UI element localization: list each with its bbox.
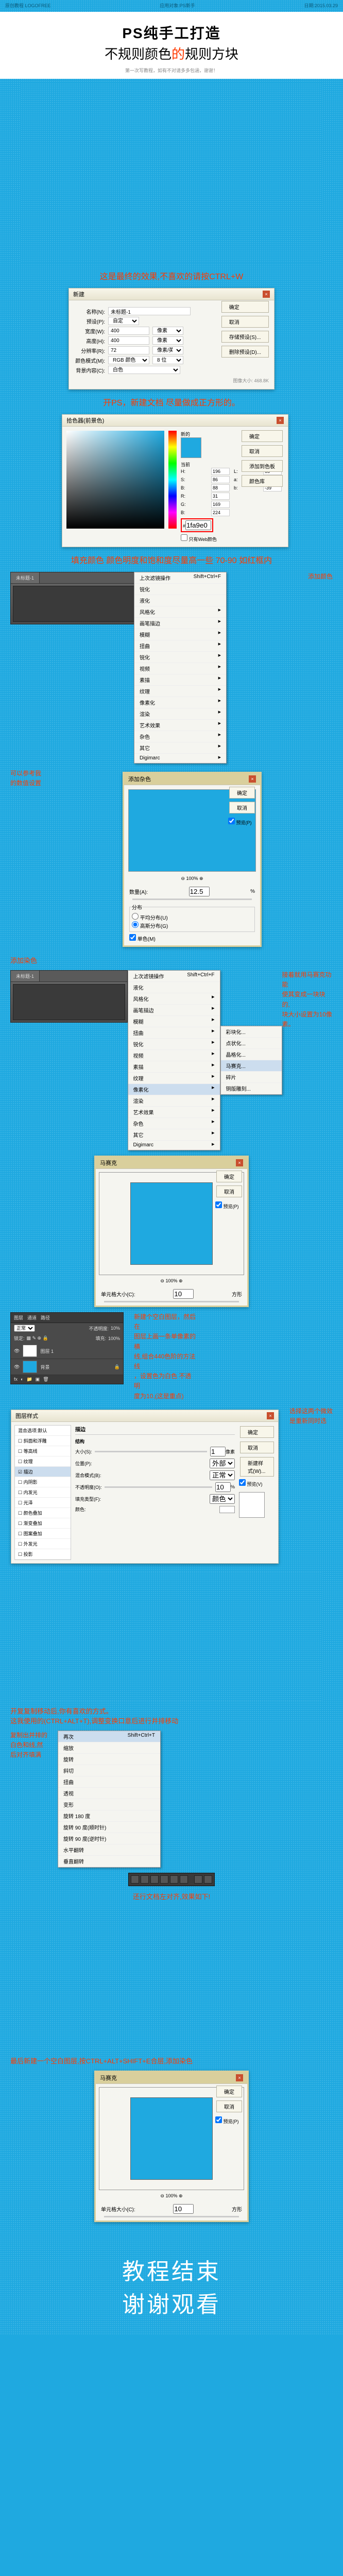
transform-menu: 再次Shift+Ctrl+T 缩放 旋转 斜切 扭曲 透视 变形 旋转 180 … xyxy=(58,1731,161,1868)
mosaic-dialog: 马赛克× ⊖ 100% ⊕ 单元格大小(C):方形 确定 取消 预览(P) xyxy=(94,1156,249,1307)
close-icon[interactable]: × xyxy=(236,2074,243,2081)
layer-style-dialog: 图层样式× 混合选项:默认 斜面和浮雕 等高线 纹理 描边 内阴影 内发光 光泽… xyxy=(11,1410,279,1564)
hex-input[interactable] xyxy=(185,520,211,530)
note-7: 新建个空白图层，然后在 图层上画一条单像素的横 线,组合440色阶的方法 线 ，… xyxy=(134,1312,196,1401)
align-toolbar xyxy=(128,1873,215,1886)
demo-area-3 xyxy=(21,1906,322,2050)
note-addcolor: 添加染色 xyxy=(0,955,343,965)
header-meta: 原创教程 LOGOFREE 应用对象:PS新手 日期:2015.03.29 xyxy=(0,0,343,11)
note-5: 可以参考我 的数值设置 xyxy=(10,769,41,788)
add-swatch-button[interactable]: 添加到色板 xyxy=(242,460,283,472)
note-9: 开复复制移动后,你有喜欢的方式。 这我使用的(CTRL+ALT+T),调整变换口… xyxy=(0,1706,343,1725)
trash-icon[interactable]: 🗑 xyxy=(43,1377,48,1382)
meta-type: 应用对象:PS新手 xyxy=(160,2,195,9)
note-12: 最后新建一个空白图层,按CTRL+ALT+SHIFT+E合层,添加染色 xyxy=(0,2056,343,2065)
eye-icon[interactable]: 👁 xyxy=(14,1364,20,1370)
close-icon[interactable]: × xyxy=(236,1159,243,1166)
mosaic-dialog-2: 马赛克× ⊖ 100% ⊕ 单元格大小(C):方形 确定 取消 预览(P) xyxy=(94,2071,249,2222)
note-3: 填充颜色 颜色明度和饱和度尽量高一些 70-90 如红框内 xyxy=(0,553,343,566)
ok-button[interactable]: 确定 xyxy=(221,301,269,313)
amount-input[interactable] xyxy=(189,887,210,896)
note-11: 还行文档左对齐,效果如下! xyxy=(0,1891,343,1901)
hex-highlight: # xyxy=(181,518,213,532)
new-layer-icon[interactable]: ▣ xyxy=(36,1377,40,1382)
close-icon[interactable]: × xyxy=(267,1412,274,1419)
amount-slider[interactable] xyxy=(132,899,252,900)
align-middle-icon[interactable] xyxy=(170,1875,178,1884)
ok-button[interactable]: 确定 xyxy=(216,1171,242,1182)
color-swatch xyxy=(181,437,201,458)
align-top-icon[interactable] xyxy=(160,1875,168,1884)
menu-strip: 未标题-1 xyxy=(10,572,155,624)
style-list: 混合选项:默认 斜面和浮雕 等高线 纹理 描边 内阴影 内发光 光泽 颜色叠加 … xyxy=(14,1425,71,1560)
fx-icon[interactable]: fx xyxy=(14,1377,18,1382)
new-document-dialog: 新建× 名称(N): 预设(P):自定 宽度(W):像素 高度(H):像素 分辨… xyxy=(68,288,275,389)
pixelate-submenu: 彩块化... 点状化... 晶格化... 马赛克... 碎片 铜版雕刻... xyxy=(220,1026,282,1095)
note-6: 接着就用马赛克功能 使其变成一块块的, 块大小设置为10像素。 xyxy=(282,970,333,1029)
width-input[interactable] xyxy=(108,327,149,335)
delete-preset-button[interactable]: 删除预设(D)... xyxy=(221,346,269,358)
ok-button[interactable]: 确定 xyxy=(216,2086,242,2097)
mask-icon[interactable]: ◐ xyxy=(21,1377,23,1382)
cancel-button[interactable]: 取消 xyxy=(216,1185,242,1197)
layer-row[interactable]: 👁背景🔒 xyxy=(11,1359,123,1375)
mosaic-preview xyxy=(130,1182,213,1265)
folder-icon[interactable]: 📁 xyxy=(26,1377,32,1382)
filter-dropdown-2: 上次滤镜操作Shift+Ctrl+F 液化 风格化 画笔描边 模糊 扭曲 锐化 … xyxy=(128,970,220,1150)
layer-row[interactable]: 👁图层 1 xyxy=(11,1343,123,1359)
filter-dropdown: 上次滤镜操作Shift+Ctrl+F 锐化 液化 风格化 画笔描边 模糊 扭曲 … xyxy=(134,572,227,764)
align-left-icon[interactable] xyxy=(131,1875,139,1884)
title-line2: 不规则颜色的规则方块 xyxy=(5,44,338,63)
ok-button[interactable]: 确定 xyxy=(229,787,255,799)
ok-button[interactable]: 确定 xyxy=(242,430,283,442)
res-input[interactable] xyxy=(108,346,149,354)
save-preset-button[interactable]: 存储预设(S)... xyxy=(221,331,269,343)
close-icon[interactable]: × xyxy=(249,775,256,783)
cell-slider[interactable] xyxy=(104,1301,239,1302)
eye-icon[interactable]: 👁 xyxy=(14,1348,20,1354)
note-10: 复制出并排的 白色和线,然 后对齐填满 xyxy=(10,1731,47,1760)
menu-strip-2: 未标题-1 xyxy=(10,970,128,1023)
cancel-button[interactable]: 取消 xyxy=(240,1442,274,1453)
note-1: 这是最终的效果,不喜欢的请按CTRL+W xyxy=(0,269,343,282)
align-center-icon[interactable] xyxy=(141,1875,149,1884)
meta-source: 原创教程 LOGOFREE xyxy=(5,2,51,9)
align-right-icon[interactable] xyxy=(150,1875,159,1884)
distribute-h-icon[interactable] xyxy=(194,1875,202,1884)
note-4: 添加颜色 xyxy=(308,572,333,582)
align-bottom-icon[interactable] xyxy=(180,1875,188,1884)
end-block: 教程结束 谢谢观看 xyxy=(0,2227,343,2334)
preset-select[interactable]: 自定 xyxy=(108,317,139,325)
color-lib-button[interactable]: 颜色库 xyxy=(242,475,283,487)
add-noise-dialog: 添加杂色× ⊖ 100% ⊕ 数量(A):% 分布 平均分布(U) 高斯分布(G… xyxy=(123,772,262,947)
layers-panel: 图层通道路径 正常不透明度:10% 锁定:▩ ✎ ⊕ 🔒填充:100% 👁图层 … xyxy=(10,1312,124,1384)
lock-icon: 🔒 xyxy=(114,1364,120,1370)
cancel-button[interactable]: 取消 xyxy=(229,802,255,814)
style-preview xyxy=(239,1492,265,1518)
color-swatch[interactable] xyxy=(219,1506,235,1513)
title-line1: PS纯手工打造 xyxy=(5,22,338,43)
color-gradient[interactable] xyxy=(66,431,164,529)
cancel-button[interactable]: 取消 xyxy=(221,316,269,328)
title-block: PS纯手工打造 不规则颜色的规则方块 第一次写教程，如有不对请多多包涵，谢谢！ xyxy=(0,12,343,79)
ok-button[interactable]: 确定 xyxy=(240,1426,274,1438)
demo-area xyxy=(21,83,322,263)
subtitle: 第一次写教程，如有不对请多多包涵，谢谢！ xyxy=(5,67,338,74)
cancel-button[interactable]: 取消 xyxy=(216,2100,242,2112)
note-2: 开PS，新建文档 尽量做成正方形的。 xyxy=(0,396,343,408)
new-style-button[interactable]: 新建样式(W)... xyxy=(240,1457,274,1477)
distribute-v-icon[interactable] xyxy=(204,1875,212,1884)
color-picker-dialog: 拾色器(前景色)× 新的 当前 H: L: S: a: B: b: R: G: xyxy=(62,414,288,547)
hue-slider[interactable] xyxy=(168,431,177,529)
demo-area-2 xyxy=(21,1572,322,1701)
mosaic-preview xyxy=(130,2097,213,2180)
close-icon[interactable]: × xyxy=(263,291,270,298)
meta-date: 日期:2015.03.29 xyxy=(304,2,338,9)
height-input[interactable] xyxy=(108,336,149,345)
name-input[interactable] xyxy=(108,307,191,315)
cell-size-input[interactable] xyxy=(173,1289,194,1299)
cancel-button[interactable]: 取消 xyxy=(242,445,283,457)
note-8: 选择这两个微效 是重新同时选 xyxy=(289,1406,333,1426)
close-icon[interactable]: × xyxy=(277,417,284,424)
